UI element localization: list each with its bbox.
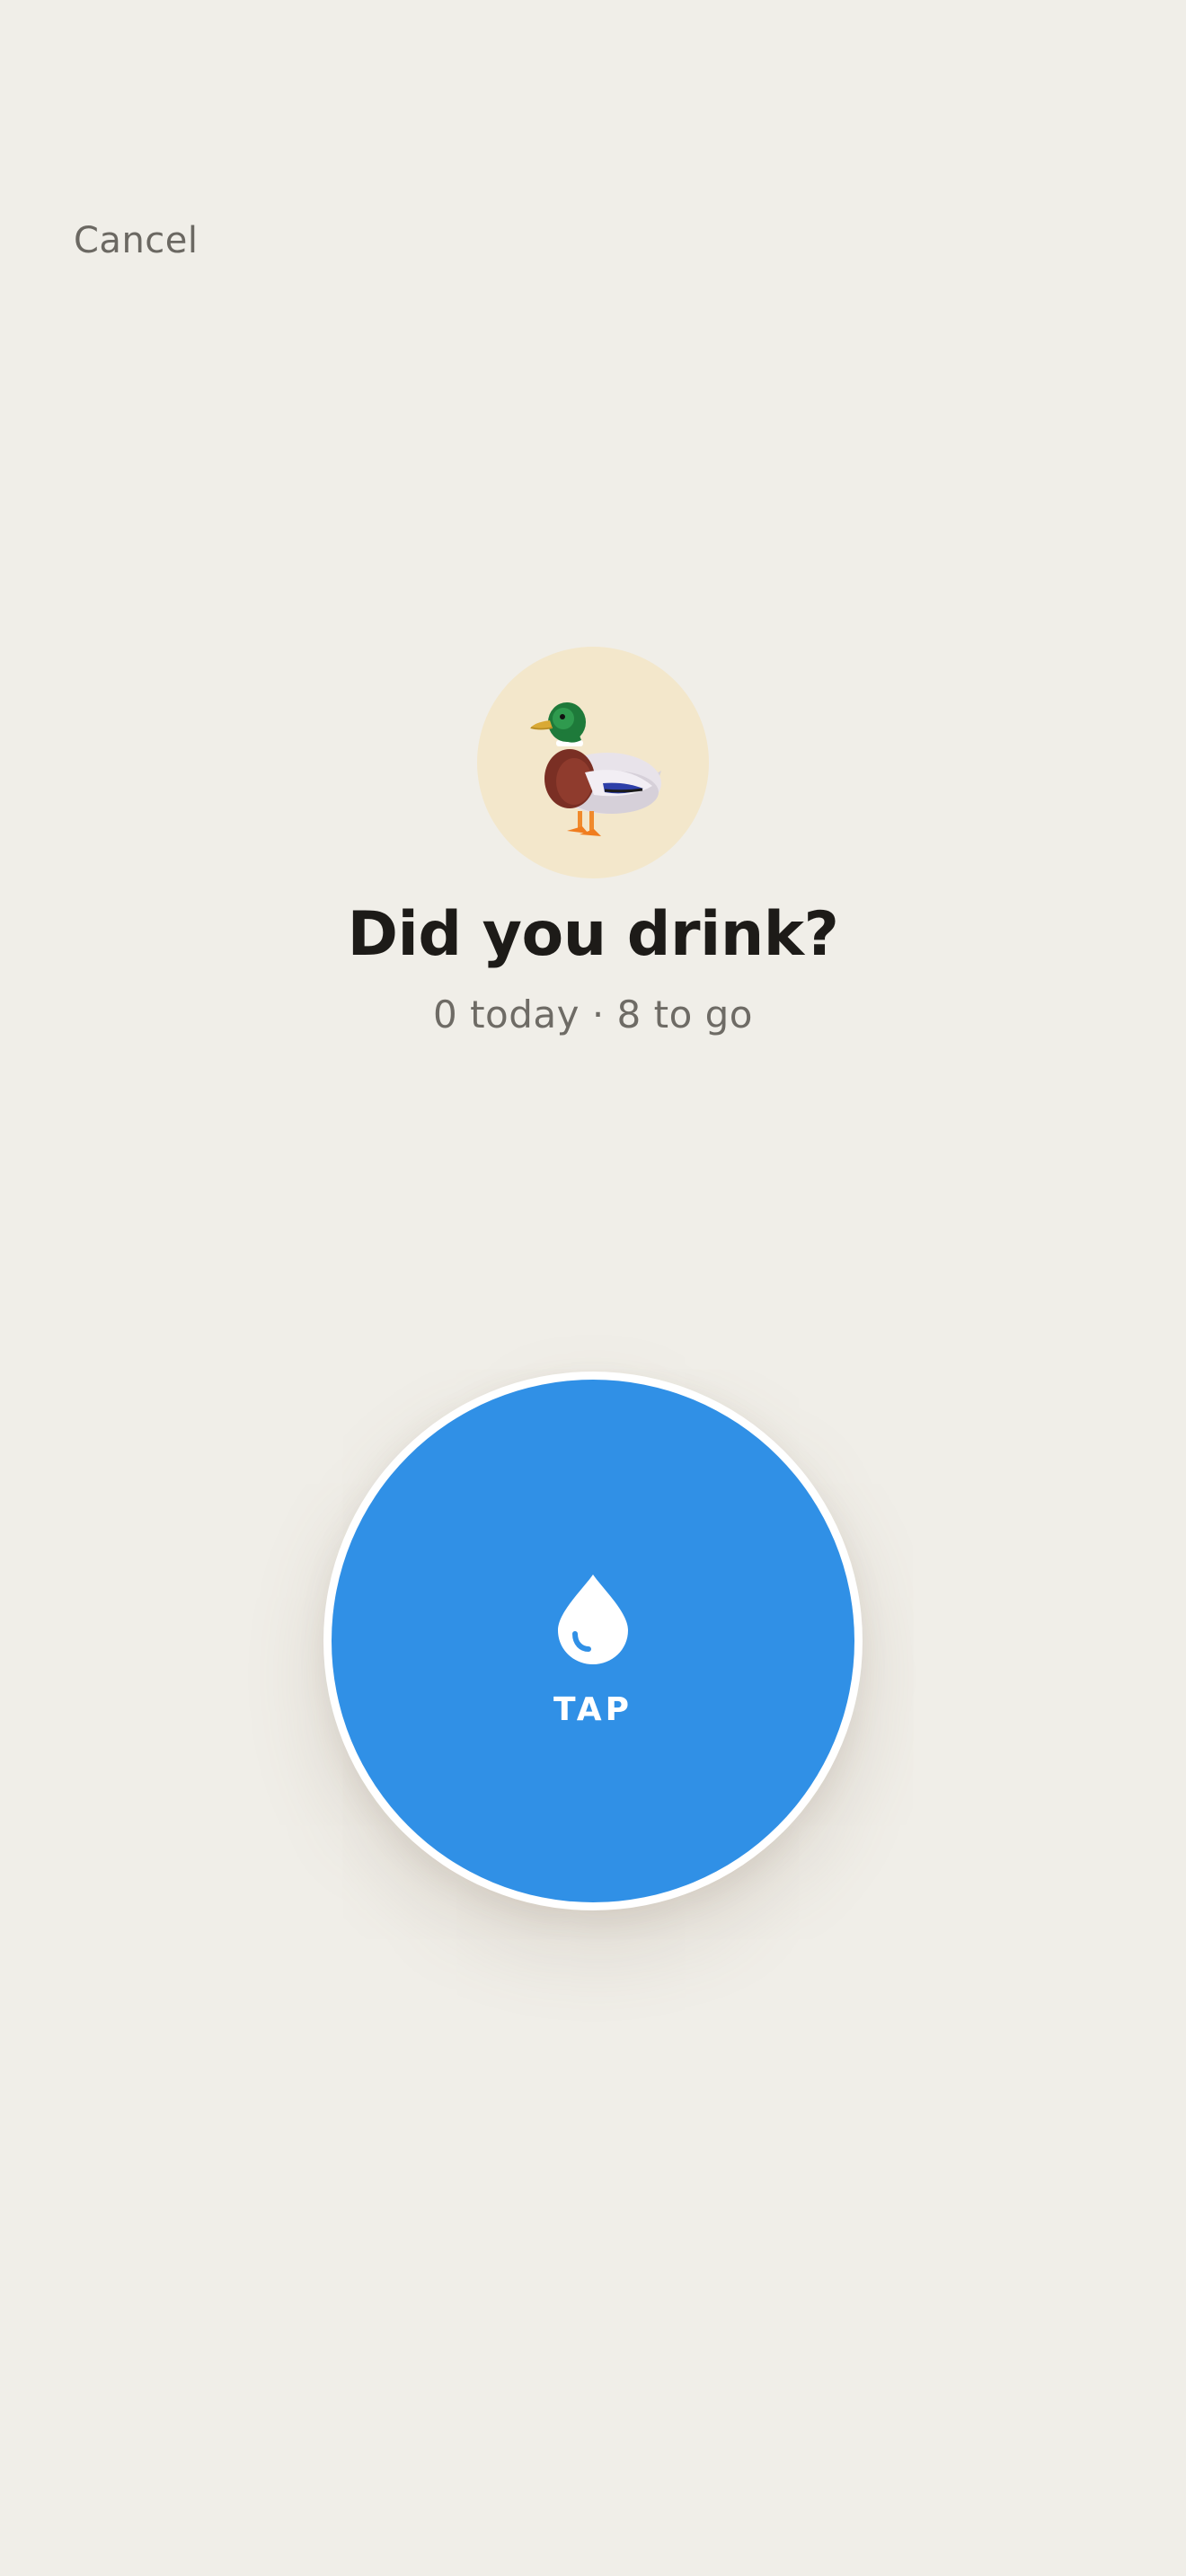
mascot-avatar xyxy=(477,647,709,878)
drink-prompt-screen: Cancel Did you drink? 0 today · 8 to go … xyxy=(0,0,1186,2576)
progress-subtitle: 0 today · 8 to go xyxy=(433,992,753,1037)
cancel-button[interactable]: Cancel xyxy=(74,216,199,266)
page-title: Did you drink? xyxy=(347,899,839,970)
tap-drink-button[interactable]: TAP xyxy=(323,1372,863,1910)
water-drop-icon xyxy=(558,1575,628,1664)
tap-button-face[interactable]: TAP xyxy=(332,1380,854,1902)
duck-icon xyxy=(530,702,661,836)
tap-label: TAP xyxy=(553,1691,633,1728)
